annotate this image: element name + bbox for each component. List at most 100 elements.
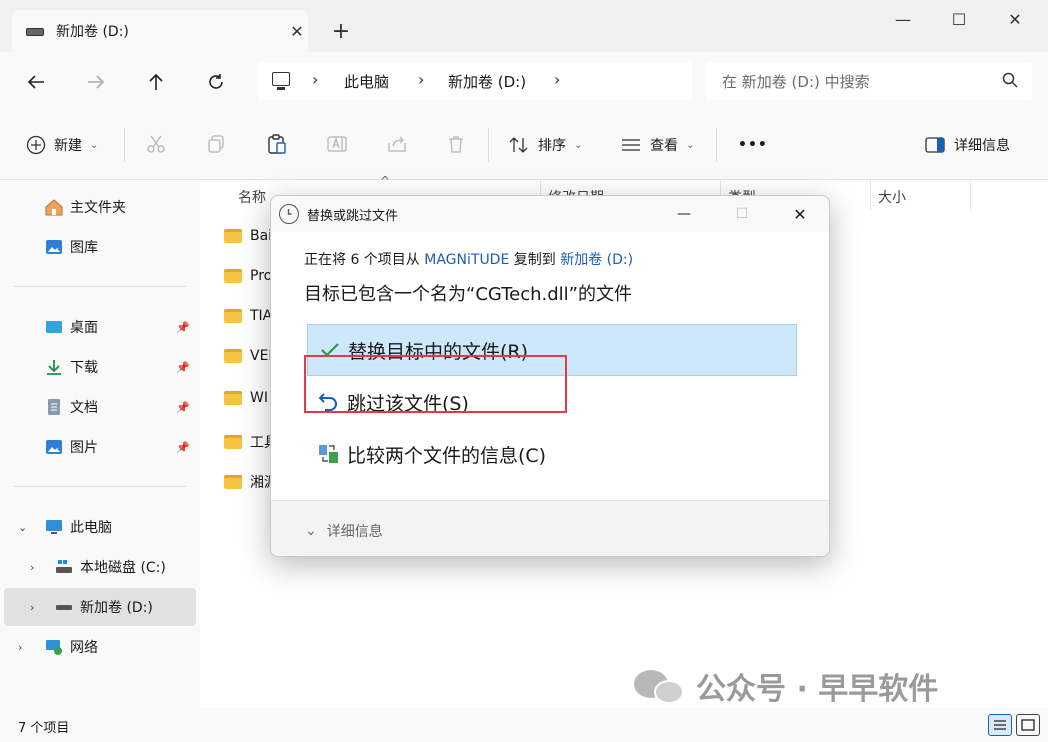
tab-current[interactable]: 新加卷 (D:) ✕ [12, 10, 308, 52]
chevron-right-icon[interactable]: › [30, 561, 34, 574]
clock-icon [279, 204, 299, 224]
details-label: 详细信息 [954, 138, 1010, 154]
arrow-left-icon [27, 75, 44, 89]
pin-icon[interactable]: 📌 [176, 441, 190, 454]
dialog-close-button[interactable]: ✕ [785, 202, 815, 226]
search-input[interactable]: 在 新加卷 (D:) 中搜索 [722, 71, 870, 92]
drive-icon [56, 605, 72, 610]
chevron-right-icon[interactable]: › [18, 641, 22, 654]
share-icon[interactable] [386, 134, 408, 154]
sidebar-item-drive-d[interactable]: › 新加卷 (D:) [4, 588, 196, 626]
chevron-down-icon: ⌄ [90, 139, 99, 151]
new-tab-button[interactable]: + [330, 19, 352, 44]
sort-arrow-icon: ^ [380, 174, 391, 188]
sidebar-item-drive-c[interactable]: › 本地磁盘 (C:) [4, 548, 196, 586]
thumbnail-view-icon [1021, 719, 1035, 731]
sort-button[interactable]: 排序 ⌄ [508, 132, 582, 158]
back-button[interactable] [20, 66, 52, 98]
pin-icon[interactable]: 📌 [176, 401, 190, 414]
view-label: 查看 [650, 138, 678, 154]
dialog-footer: ⌄ 详细信息 [271, 500, 829, 556]
folder-icon [224, 309, 242, 323]
paste-icon[interactable] [266, 133, 288, 155]
column-header-name[interactable]: 名称 [238, 187, 266, 207]
up-button[interactable] [140, 66, 172, 98]
column-header-size[interactable]: 大小 [878, 187, 906, 207]
compare-icon [319, 445, 338, 463]
chevron-down-icon: ⌄ [686, 139, 695, 151]
more-details-label: 详细信息 [326, 524, 383, 540]
pictures-icon [46, 440, 62, 454]
sidebar-item-label: 图库 [70, 240, 98, 256]
divider [14, 486, 186, 487]
breadcrumb-drive-d[interactable]: 新加卷 (D:) [448, 71, 526, 92]
pin-icon[interactable]: 📌 [176, 361, 190, 374]
copy-status-text: 正在将 6 个项目从 MAGNiTUDE 复制到 新加卷 (D:) [304, 252, 634, 268]
sidebar-item-label: 本地磁盘 (C:) [80, 560, 166, 576]
more-options-button[interactable]: ••• [738, 132, 768, 158]
breadcrumb-this-pc[interactable]: 此电脑 [344, 71, 389, 92]
column-divider[interactable] [870, 180, 871, 210]
forward-button[interactable] [80, 66, 112, 98]
new-button[interactable]: 新建 ⌄ [26, 132, 98, 158]
sidebar-item-downloads[interactable]: 下载 📌 [4, 348, 196, 386]
sidebar-item-home[interactable]: 主文件夹 [4, 188, 196, 226]
copy-icon[interactable] [206, 134, 226, 154]
list-item[interactable]: TIA [224, 308, 272, 324]
conflict-message: 目标已包含一个名为“CGTech.dll”的文件 [304, 284, 632, 305]
column-divider[interactable] [970, 180, 971, 210]
compare-option-button[interactable]: 比较两个文件的信息(C) [307, 428, 797, 480]
thumbnail-view-button[interactable] [1016, 714, 1040, 736]
maximize-button[interactable]: ☐ [942, 8, 976, 30]
address-bar[interactable]: › 此电脑 › 新加卷 (D:) › [258, 62, 692, 100]
arrow-right-icon [88, 75, 105, 89]
download-icon [47, 360, 61, 375]
folder-icon [224, 475, 242, 489]
sidebar-item-label: 主文件夹 [70, 200, 126, 216]
sidebar-item-this-pc[interactable]: ⌄ 此电脑 [4, 508, 196, 546]
pin-icon[interactable]: 📌 [176, 321, 190, 334]
sort-icon [509, 137, 528, 153]
view-list-icon [622, 139, 640, 151]
divider [488, 128, 489, 162]
details-view-icon [994, 720, 1006, 730]
list-item[interactable]: VEI [224, 348, 273, 364]
chevron-down-icon[interactable]: ⌄ [18, 521, 27, 534]
sidebar-item-network[interactable]: › 网络 [4, 628, 196, 666]
details-view-button[interactable] [988, 714, 1012, 736]
refresh-button[interactable] [200, 66, 232, 98]
minimize-button[interactable]: — [886, 8, 920, 30]
source-link[interactable]: MAGNiTUDE [424, 252, 509, 268]
rename-icon[interactable] [326, 134, 348, 154]
chevron-right-icon[interactable]: › [554, 70, 560, 89]
dialog-minimize-button[interactable]: — [669, 202, 699, 226]
folder-icon [224, 269, 242, 283]
sidebar-item-gallery[interactable]: 图库 [4, 228, 196, 266]
destination-link[interactable]: 新加卷 (D:) [560, 252, 633, 268]
divider [14, 286, 186, 287]
wechat-icon [634, 666, 686, 706]
sidebar-item-label: 文档 [70, 400, 98, 416]
navigation-pane: 主文件夹 图库 桌面 📌 下载 📌 文档 📌 图片 📌 ⌄ 此电脑 › 本地磁盘… [0, 180, 200, 708]
cut-icon[interactable] [146, 134, 166, 154]
more-details-toggle[interactable]: ⌄ 详细信息 [305, 521, 383, 541]
chevron-down-icon: ⌄ [574, 139, 583, 151]
dialog-maximize-button[interactable]: ☐ [727, 202, 757, 226]
chevron-right-icon[interactable]: › [418, 70, 424, 89]
tab-close-icon[interactable]: ✕ [286, 20, 308, 42]
sidebar-item-documents[interactable]: 文档 📌 [4, 388, 196, 426]
sidebar-item-pictures[interactable]: 图片 📌 [4, 428, 196, 466]
close-window-button[interactable]: ✕ [998, 8, 1032, 30]
search-box[interactable]: 在 新加卷 (D:) 中搜索 [706, 62, 1032, 100]
delete-icon[interactable] [446, 134, 466, 154]
chevron-right-icon[interactable]: › [30, 601, 34, 614]
sidebar-item-desktop[interactable]: 桌面 📌 [4, 308, 196, 346]
plus-circle-icon [26, 135, 46, 155]
list-item[interactable]: WI [224, 390, 268, 406]
details-pane-button[interactable]: 详细信息 [924, 132, 1010, 158]
chevron-right-icon[interactable]: › [312, 70, 318, 89]
search-icon [1002, 72, 1018, 88]
list-item[interactable]: Bai [224, 228, 272, 244]
view-button[interactable]: 查看 ⌄ [620, 132, 694, 158]
list-item[interactable]: Pro [224, 268, 272, 284]
